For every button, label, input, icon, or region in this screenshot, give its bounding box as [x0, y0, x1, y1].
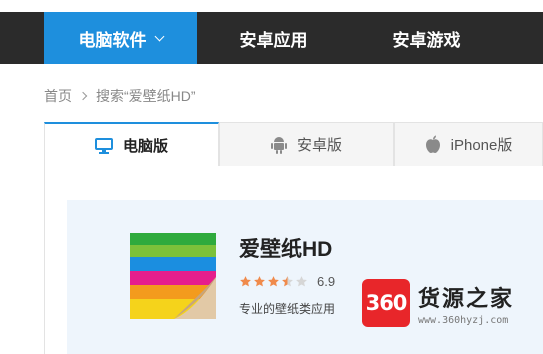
nav-item-android-apps[interactable]: 安卓应用	[197, 12, 350, 64]
watermark-url: www.360hyzj.com	[418, 314, 509, 326]
apple-icon	[425, 135, 441, 154]
platform-tabs: 电脑版 安卓版 iPhone版	[44, 122, 543, 167]
star-icon	[254, 276, 265, 287]
watermark-text: 货源之家 www.360hyzj.com	[418, 281, 514, 326]
watermark-title: 货源之家	[418, 285, 515, 312]
tab-label: 安卓版	[296, 137, 342, 154]
watermark-logo: 360	[362, 279, 410, 327]
app-name[interactable]: 爱壁纸HD	[239, 233, 332, 263]
star-half-icon	[282, 276, 293, 287]
nav-item-label: 电脑软件	[78, 30, 147, 50]
app-icon[interactable]	[130, 233, 216, 319]
breadcrumb-home-link[interactable]: 首页	[44, 86, 72, 106]
star-empty-icon	[296, 276, 307, 287]
rating-stars: 6.9	[239, 274, 335, 289]
top-nav: 电脑软件 安卓应用 安卓游戏	[0, 0, 543, 64]
monitor-icon	[94, 137, 113, 154]
tab-iphone[interactable]: iPhone版	[394, 122, 543, 166]
watermark: 360 货源之家 www.360hyzj.com	[362, 268, 543, 338]
breadcrumb-current: 搜索“爱壁纸HD”	[96, 88, 196, 104]
tab-label: 电脑版	[122, 138, 168, 155]
nav-item-pc-software[interactable]: 电脑软件	[44, 12, 197, 64]
app-description: 专业的壁纸类应用	[239, 302, 336, 316]
tab-pc[interactable]: 电脑版	[44, 122, 219, 167]
rating-value: 6.9	[317, 274, 336, 289]
nav-item-android-games[interactable]: 安卓游戏	[350, 12, 503, 64]
star-icon	[268, 276, 279, 287]
tab-android[interactable]: 安卓版	[219, 122, 394, 166]
tab-label: iPhone版	[450, 137, 513, 154]
nav-item-label: 安卓游戏	[392, 30, 461, 50]
top-strip	[0, 0, 543, 12]
chevron-down-icon	[154, 31, 164, 41]
android-icon	[270, 136, 287, 154]
breadcrumb: 首页 搜索“爱壁纸HD”	[44, 86, 196, 106]
nav-item-label: 安卓应用	[239, 30, 308, 50]
chevron-right-icon	[78, 91, 88, 101]
star-icon	[240, 276, 251, 287]
